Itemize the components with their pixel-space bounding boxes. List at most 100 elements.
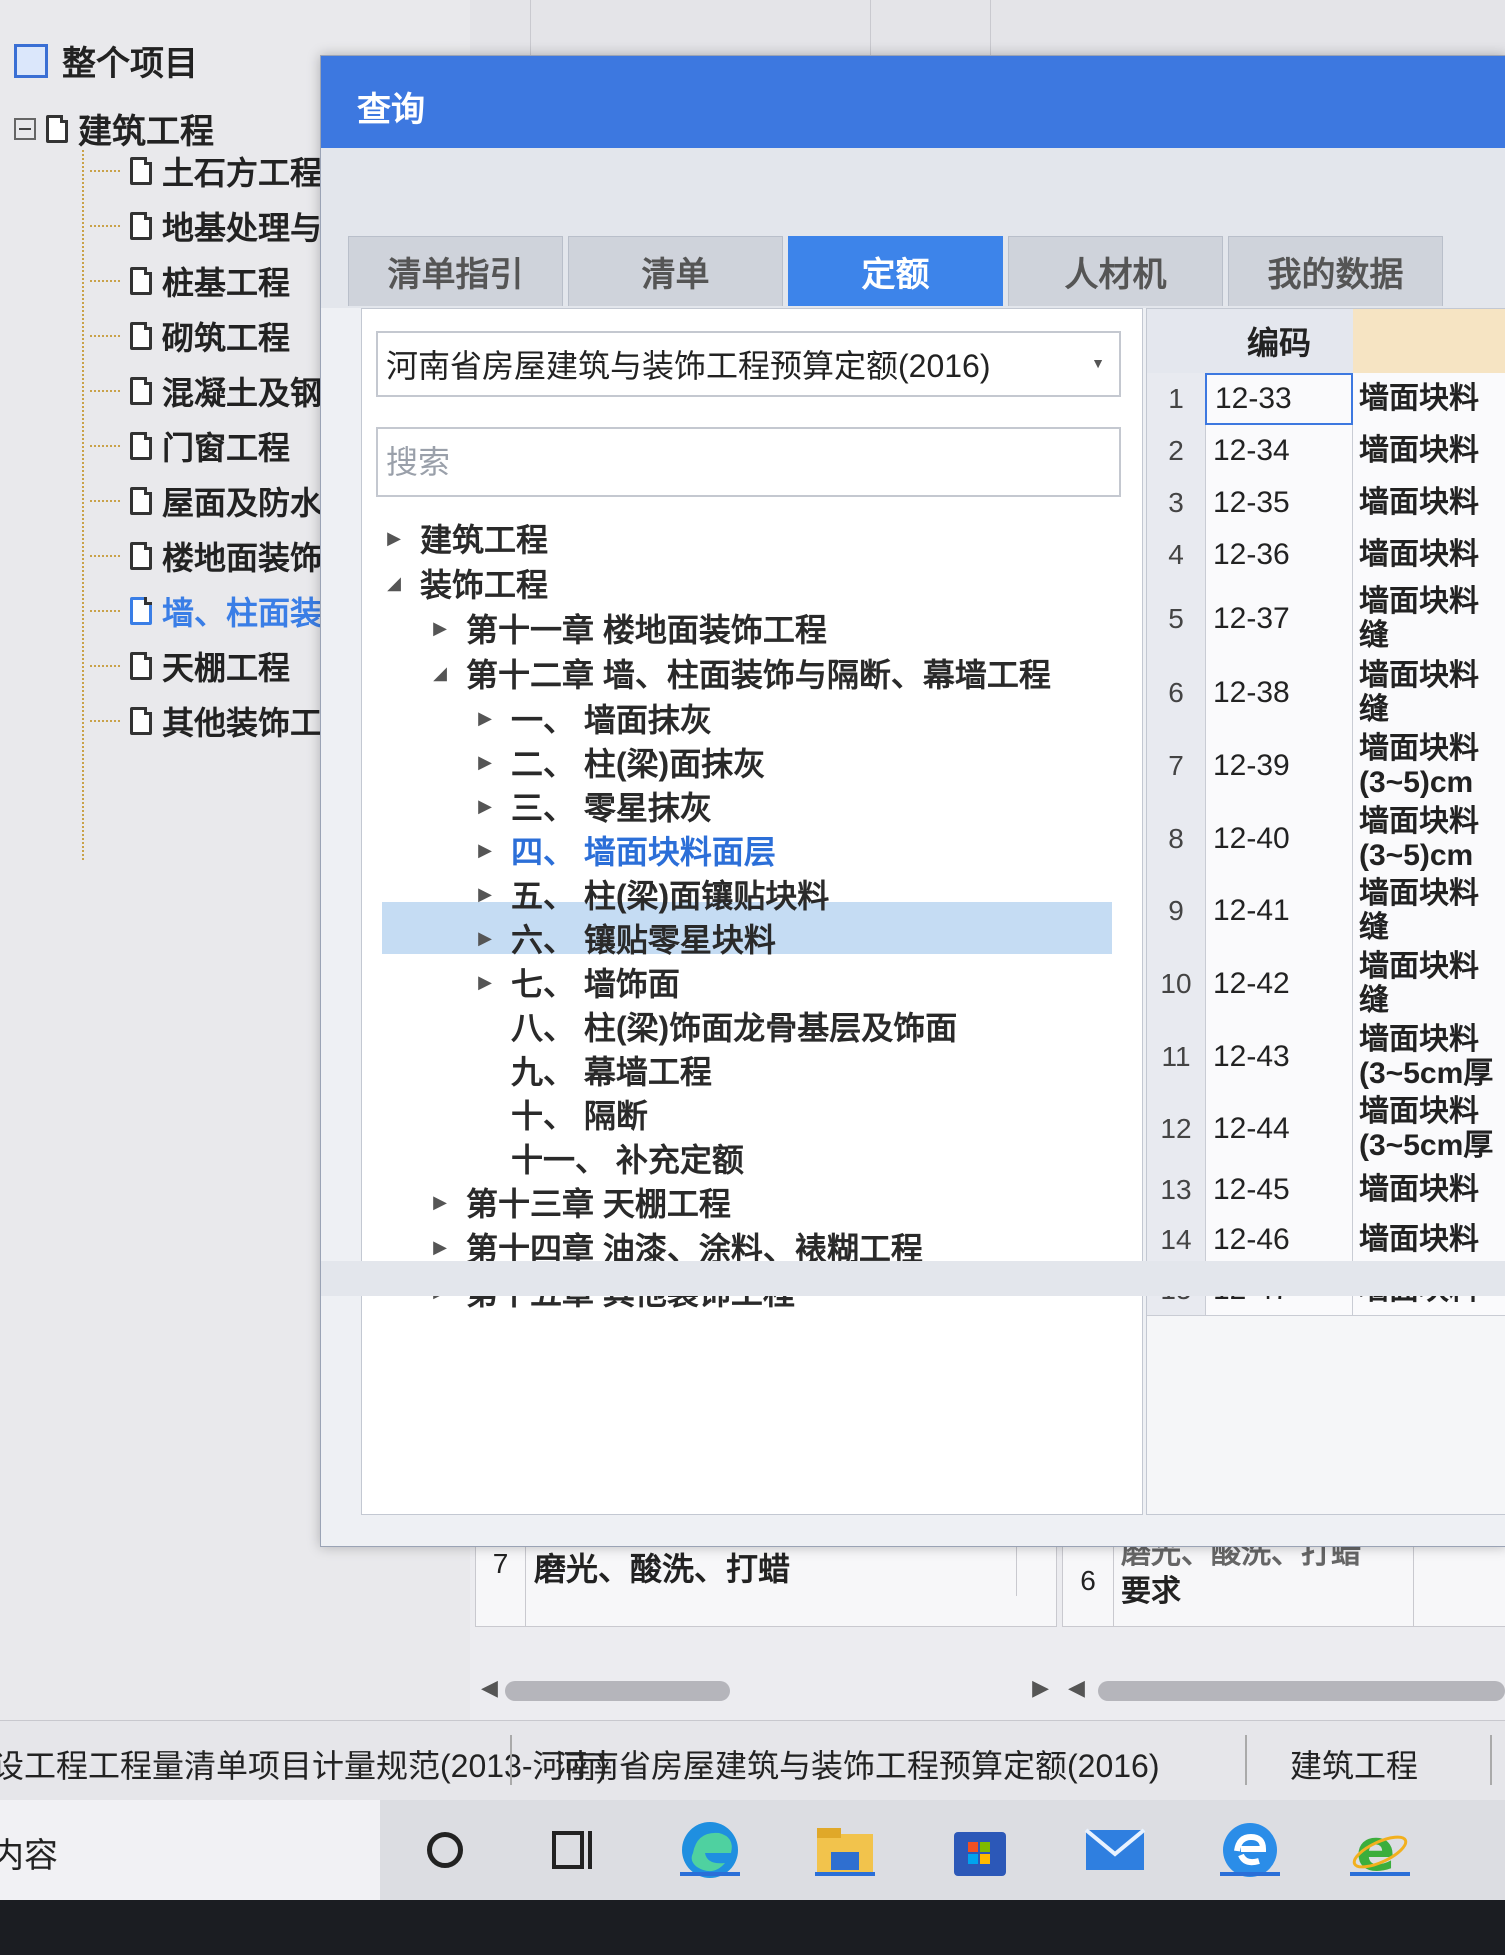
- expand-triangle-icon[interactable]: ▶: [467, 708, 503, 729]
- row-code[interactable]: 12-34: [1205, 425, 1353, 477]
- tab-labor-material-machine[interactable]: 人材机: [1008, 236, 1223, 306]
- row-name[interactable]: 墙面块料: [1353, 1215, 1505, 1265]
- expand-triangle-icon[interactable]: ▶: [467, 972, 503, 993]
- row-code[interactable]: 12-39: [1205, 729, 1353, 803]
- task-view-icon[interactable]: [540, 1820, 610, 1880]
- row-code[interactable]: 12-41: [1205, 875, 1353, 947]
- row-name[interactable]: 墙面块料缝: [1353, 657, 1505, 729]
- row-code[interactable]: 12-33: [1205, 373, 1353, 425]
- ie-icon[interactable]: e: [1345, 1820, 1415, 1880]
- status-discipline[interactable]: 建筑工程: [1290, 1741, 1418, 1787]
- scroll-right-icon[interactable]: ▶: [1032, 1675, 1049, 1701]
- expand-triangle-icon[interactable]: ▶: [422, 1192, 458, 1213]
- row-name[interactable]: 墙面块料缝: [1353, 581, 1505, 657]
- row-text-line2[interactable]: 要求: [1121, 1566, 1181, 1610]
- quota-library-select[interactable]: 河南省房屋建筑与装饰工程预算定额(2016) ▼: [376, 331, 1121, 397]
- tree-item[interactable]: 土石方工程: [90, 148, 322, 194]
- grid-header-code[interactable]: 编码: [1205, 309, 1354, 374]
- expand-triangle-icon[interactable]: ▶: [467, 752, 503, 773]
- row-code[interactable]: 12-35: [1205, 477, 1353, 529]
- expand-triangle-icon[interactable]: ▶: [467, 840, 503, 861]
- tree-item[interactable]: 其他装饰工: [90, 698, 322, 744]
- status-spec[interactable]: 建设工程工程量清单项目计量规范(2013-河南): [0, 1741, 607, 1787]
- expand-triangle-icon[interactable]: ▶: [422, 1237, 458, 1258]
- tab-my-data[interactable]: 我的数据: [1228, 236, 1443, 306]
- tree-item[interactable]: 墙、柱面装: [90, 588, 322, 634]
- table-row[interactable]: 6 12-38 墙面块料缝: [1147, 657, 1505, 730]
- table-row[interactable]: 4 12-36 墙面块料: [1147, 529, 1505, 582]
- horizontal-scrollbar-left[interactable]: ◀ ▶: [475, 1675, 1055, 1705]
- table-row[interactable]: 3 12-35 墙面块料: [1147, 477, 1505, 530]
- table-row[interactable]: 1 12-33 墙面块料: [1147, 373, 1505, 426]
- tree-item[interactable]: 屋面及防水: [90, 478, 322, 524]
- row-code[interactable]: 12-43: [1205, 1021, 1353, 1093]
- scroll-left-icon[interactable]: ◀: [1068, 1675, 1085, 1701]
- row-name[interactable]: 墙面块料缝: [1353, 875, 1505, 947]
- tree-item[interactable]: 楼地面装饰: [90, 533, 322, 579]
- cortana-icon[interactable]: [410, 1820, 480, 1880]
- tree-item[interactable]: 门窗工程: [90, 423, 290, 469]
- mail-icon[interactable]: [1080, 1820, 1150, 1880]
- table-row[interactable]: 9 12-41 墙面块料缝: [1147, 875, 1505, 948]
- collapse-triangle-icon[interactable]: ◢: [376, 573, 412, 594]
- row-name[interactable]: 墙面块料: [1353, 373, 1505, 425]
- table-row[interactable]: 14 12-46 墙面块料: [1147, 1215, 1505, 1266]
- row-name[interactable]: 墙面块料缝: [1353, 947, 1505, 1021]
- row-code[interactable]: 12-38: [1205, 657, 1353, 729]
- tree-item[interactable]: 天棚工程: [90, 643, 290, 689]
- row-code[interactable]: 12-45: [1205, 1165, 1353, 1215]
- row-code[interactable]: 12-44: [1205, 1093, 1353, 1165]
- row-name[interactable]: 墙面块料 (3~5)cm: [1353, 803, 1505, 875]
- collapse-triangle-icon[interactable]: ◢: [422, 663, 458, 684]
- edge-icon[interactable]: [675, 1820, 745, 1880]
- row-name[interactable]: 墙面块料 (3~5cm厚: [1353, 1021, 1505, 1093]
- horizontal-scrollbar-right[interactable]: ◀: [1062, 1675, 1505, 1705]
- collapse-icon[interactable]: [14, 117, 36, 140]
- row-name[interactable]: 墙面块料: [1353, 529, 1505, 581]
- table-row[interactable]: 8 12-40 墙面块料 (3~5)cm: [1147, 803, 1505, 876]
- scroll-left-icon[interactable]: ◀: [481, 1675, 498, 1701]
- tree-item[interactable]: 砌筑工程: [90, 313, 290, 359]
- expand-triangle-icon[interactable]: ▶: [467, 796, 503, 817]
- store-icon[interactable]: [945, 1820, 1015, 1880]
- tree-item[interactable]: 地基处理与: [90, 203, 322, 249]
- tab-bill-guide[interactable]: 清单指引: [348, 236, 563, 306]
- row-name[interactable]: 墙面块料: [1353, 477, 1505, 529]
- row-code[interactable]: 12-46: [1205, 1215, 1353, 1265]
- table-row[interactable]: 2 12-34 墙面块料: [1147, 425, 1505, 478]
- tree-node-building[interactable]: 建筑工程: [14, 104, 214, 153]
- grid-header-name[interactable]: [1353, 309, 1505, 374]
- expand-triangle-icon[interactable]: ▶: [467, 884, 503, 905]
- row-name[interactable]: 墙面块料: [1353, 425, 1505, 477]
- table-row[interactable]: 11 12-43 墙面块料 (3~5cm厚: [1147, 1021, 1505, 1094]
- expand-triangle-icon[interactable]: ▶: [376, 528, 412, 549]
- dialog-titlebar[interactable]: 查询: [321, 56, 1505, 148]
- status-quota[interactable]: 河南省房屋建筑与装饰工程预算定额(2016): [555, 1741, 1160, 1787]
- project-root[interactable]: 整个项目: [14, 36, 198, 85]
- row-code[interactable]: 12-42: [1205, 947, 1353, 1021]
- row-code[interactable]: 12-40: [1205, 803, 1353, 875]
- table-row[interactable]: 13 12-45 墙面块料: [1147, 1165, 1505, 1216]
- table-row[interactable]: 12 12-44 墙面块料 (3~5cm厚: [1147, 1093, 1505, 1166]
- table-row[interactable]: 10 12-42 墙面块料缝: [1147, 947, 1505, 1022]
- chevron-down-icon[interactable]: ▼: [1091, 355, 1105, 371]
- row-code[interactable]: 12-36: [1205, 529, 1353, 581]
- row-name[interactable]: 墙面块料 (3~5cm厚: [1353, 1093, 1505, 1165]
- row-code[interactable]: 12-37: [1205, 581, 1353, 657]
- tree-item[interactable]: 混凝土及钢: [90, 368, 322, 414]
- table-row[interactable]: 5 12-37 墙面块料缝: [1147, 581, 1505, 658]
- row-name[interactable]: 墙面块料: [1353, 1165, 1505, 1215]
- taskbar-search[interactable]: 内容: [0, 1800, 380, 1900]
- expand-triangle-icon[interactable]: ▶: [467, 928, 503, 949]
- row-name[interactable]: 墙面块料 (3~5)cm: [1353, 729, 1505, 803]
- search-input[interactable]: [376, 427, 1121, 497]
- row-text[interactable]: 磨光、酸洗、打蜡: [534, 1544, 790, 1590]
- expand-triangle-icon[interactable]: ▶: [422, 618, 458, 639]
- tree-item[interactable]: 桩基工程: [90, 258, 290, 304]
- tab-quota[interactable]: 定额: [788, 236, 1003, 306]
- scroll-thumb[interactable]: [505, 1681, 730, 1701]
- tab-bill[interactable]: 清单: [568, 236, 783, 306]
- browser-icon[interactable]: [1215, 1820, 1285, 1880]
- file-explorer-icon[interactable]: [810, 1820, 880, 1880]
- scroll-thumb[interactable]: [1098, 1681, 1505, 1701]
